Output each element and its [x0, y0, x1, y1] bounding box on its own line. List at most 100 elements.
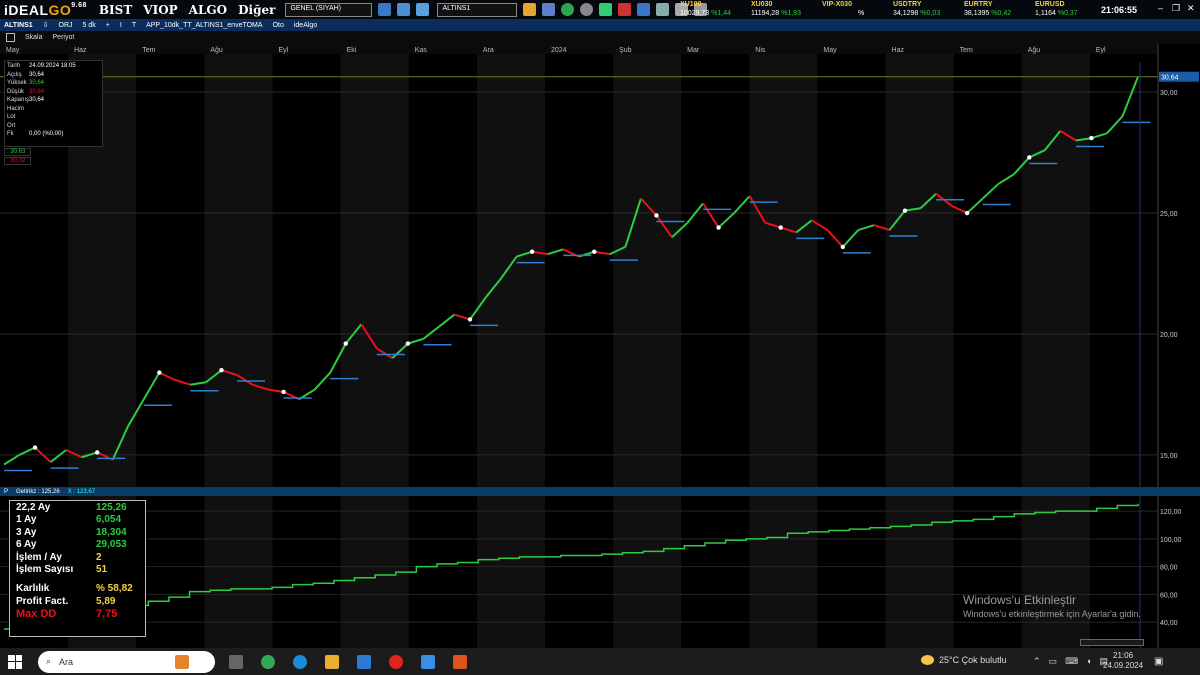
- windows-start-icon[interactable]: [8, 654, 22, 669]
- month-label: Haz: [892, 47, 905, 54]
- store-icon[interactable]: [421, 654, 435, 669]
- task-view-icon[interactable]: [229, 654, 243, 669]
- stat-value: 29,053: [96, 539, 127, 551]
- stat-label: 22,2 Ay: [16, 502, 51, 513]
- windows-taskbar: ⌕ Ara: [0, 648, 1200, 675]
- ticker-strip: XU100 10029,73 %1,44 XU030 11194,28 %1,93 …: [680, 0, 1106, 18]
- type-flag[interactable]: T: [132, 22, 136, 29]
- network-icon[interactable]: ⌨: [1065, 656, 1078, 667]
- stat-value: 6,054: [96, 514, 122, 526]
- search-placeholder: Ara: [59, 656, 74, 667]
- ticker-eurusd[interactable]: EURUSD 1,1164 %0,37: [1035, 0, 1106, 18]
- cloud-icon[interactable]: [637, 3, 651, 16]
- symbol-input[interactable]: ALTINS1: [437, 2, 518, 17]
- level-green: : 30,63: [4, 148, 31, 156]
- download-icon[interactable]: [378, 3, 392, 16]
- monitor-icon[interactable]: [416, 3, 430, 16]
- document-icon[interactable]: [397, 3, 411, 16]
- ticker-eurtry[interactable]: EURTRY 38,1395 %0,42: [964, 0, 1035, 18]
- signal-point: [281, 389, 286, 395]
- list-icon[interactable]: [542, 3, 556, 16]
- main-menu: BIST VIOP ALGO Diğer: [99, 3, 276, 17]
- plus-icon[interactable]: +: [106, 22, 110, 29]
- close-icon[interactable]: ✕: [1187, 3, 1195, 14]
- device-icon[interactable]: ▭: [1049, 656, 1058, 667]
- notification-icon[interactable]: ▣: [1154, 656, 1163, 667]
- stat-value: 51: [96, 563, 108, 575]
- weather-widget[interactable]: 25°C Çok bulutlu: [921, 655, 1007, 665]
- info-key: Lot: [7, 114, 16, 120]
- minimize-icon[interactable]: –: [1158, 3, 1163, 13]
- edge-icon[interactable]: [293, 654, 307, 669]
- theme-select[interactable]: GENEL (SIYAH): [285, 2, 373, 17]
- menu-algo[interactable]: ALGO: [189, 3, 227, 17]
- stat-value: 125,26: [96, 502, 127, 513]
- stat-row: Profit Fact. 5,89: [16, 596, 139, 608]
- y-tick-label: 40,00: [1160, 620, 1178, 627]
- month-band: [885, 54, 954, 487]
- news-icon[interactable]: [618, 3, 632, 16]
- restore-icon[interactable]: ❐: [1172, 3, 1180, 14]
- signal-point: [1027, 155, 1032, 160]
- month-band: [204, 54, 273, 487]
- menu-diger[interactable]: Diğer: [238, 3, 275, 17]
- month-band: [613, 496, 682, 648]
- activation-watermark: Windows'u Etkinleştir Windows'u etkinleş…: [963, 593, 1141, 619]
- y-tick-label: 20,00: [1160, 332, 1178, 339]
- horizontal-scrollbar[interactable]: [1080, 639, 1144, 646]
- ticker-vip-x030[interactable]: VIP-X030 %: [822, 0, 893, 18]
- save-icon[interactable]: [6, 33, 15, 42]
- info-key: Hacim: [7, 105, 25, 112]
- chart-symbol[interactable]: ALTINS1: [4, 22, 33, 29]
- auto-toggle[interactable]: Oto: [273, 22, 284, 29]
- month-label: Ara: [483, 47, 494, 54]
- opera-icon[interactable]: [389, 654, 403, 669]
- folder-icon[interactable]: [523, 3, 537, 16]
- system-name[interactable]: APP_10dk_TT_ALTINS1_enveTOMA: [146, 22, 262, 29]
- month-axis: [0, 44, 1158, 54]
- price-chart[interactable]: May Haz Tem Ağu Eyl Eki Kas Ara 2024 Şub Mar Nis May…: [0, 44, 1200, 487]
- ticker-usdtry[interactable]: USDTRY 34,1298 %0,03: [893, 0, 964, 18]
- weather-text: 25°C Çok bulutlu: [939, 655, 1007, 665]
- search-icon: ⌕: [46, 656, 52, 666]
- month-label: Tem: [142, 47, 155, 54]
- scale-button[interactable]: Skala: [25, 34, 43, 41]
- month-label: Ağu: [1028, 47, 1041, 54]
- chart-period[interactable]: 5 dk: [83, 22, 96, 29]
- chrome-icon[interactable]: [261, 654, 275, 669]
- chart-tab-bar: ALTINS1 ⇩ ORJ 5 dk + I T APP_10dk_TT_ALT…: [0, 19, 1200, 31]
- pie-chart-icon[interactable]: [561, 3, 575, 16]
- chevron-up-icon[interactable]: ⌃: [1033, 656, 1041, 667]
- ticker-xu100[interactable]: XU100 10029,73 %1,44: [680, 0, 751, 18]
- top-toolbar: iDEALGO9.68 BIST VIOP ALGO Diğer GENEL (…: [0, 0, 1200, 19]
- indicator-flag[interactable]: I: [120, 22, 122, 29]
- candles-icon[interactable]: [599, 3, 613, 16]
- menu-bist[interactable]: BIST: [99, 3, 132, 17]
- stat-label: İşlem / Ay: [16, 551, 62, 563]
- mail-icon[interactable]: [357, 654, 371, 669]
- month-label: Şub: [619, 47, 632, 54]
- widget-icon[interactable]: [175, 654, 189, 669]
- volume-icon[interactable]: ◖: [1086, 656, 1091, 667]
- search-icon[interactable]: [580, 3, 594, 16]
- chevron-down-icon[interactable]: ⇩: [43, 21, 49, 29]
- taskbar-clock[interactable]: 21:06 24.09.2024: [1103, 651, 1143, 671]
- stat-label: 3 Ay: [16, 526, 37, 538]
- cube-icon[interactable]: [656, 3, 670, 16]
- stat-row: 1 Ay 6,054: [16, 514, 139, 526]
- month-label: Ağu: [210, 47, 223, 54]
- info-row: Fk 0,00 (%0,00): [7, 130, 100, 139]
- chart-mode[interactable]: ORJ: [59, 22, 73, 29]
- stat-row: Karlılık % 58,82: [16, 583, 139, 595]
- stat-row: Max DD 7,75: [16, 608, 139, 620]
- idealgo-taskbar-icon[interactable]: [453, 654, 467, 669]
- ticker-xu030[interactable]: XU030 11194,28 %1,93: [751, 0, 822, 18]
- menu-viop[interactable]: VIOP: [143, 3, 177, 17]
- month-band: [476, 54, 545, 487]
- file-explorer-icon[interactable]: [325, 654, 339, 669]
- equity-chart[interactable]: 120,00 100,00 80,00 60,00 40,00: [0, 496, 1200, 648]
- period-button[interactable]: Periyot: [53, 34, 75, 41]
- app-logo: iDEALGO9.68: [4, 1, 87, 18]
- data-provider[interactable]: ideAlgo: [294, 22, 317, 29]
- weather-icon: [921, 655, 934, 665]
